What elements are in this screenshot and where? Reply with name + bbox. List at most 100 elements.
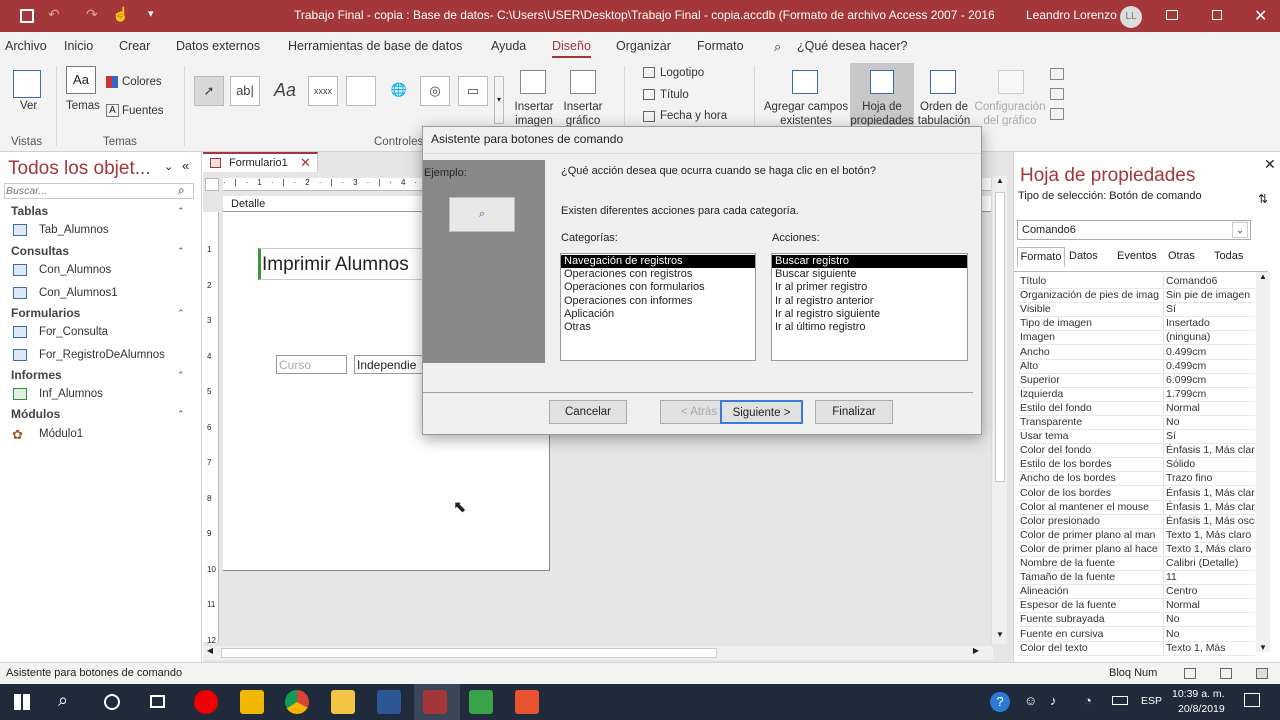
property-row[interactable]: Alto 0.499cm [1018,359,1255,374]
view-icon[interactable] [13,70,41,98]
property-row[interactable]: Color del texto Texto 1, Más [1018,641,1255,656]
view-code-icon[interactable] [1050,88,1064,100]
fuentes-button[interactable]: Fuentes [122,105,164,117]
logotipo-button[interactable]: Logotipo [660,67,704,79]
scroll-right-icon[interactable]: ▶ [969,646,983,660]
property-value[interactable]: Comando6 [1163,275,1255,287]
nav-item-for-consulta[interactable]: For_Consulta [39,326,108,338]
independiente-field[interactable]: Independie [354,355,426,374]
property-value[interactable]: 11 [1163,571,1255,584]
form-view-icon[interactable] [1184,668,1196,679]
nav-item-modulo1[interactable]: Módulo1 [39,428,83,440]
collapse-icon[interactable]: ⌃ [177,206,185,217]
property-value[interactable]: 6.099cm [1163,373,1255,386]
list-item[interactable]: Otras [561,321,755,334]
property-row[interactable]: Izquierda 1.799cm [1018,387,1255,402]
list-item[interactable]: Buscar registro [772,255,967,269]
property-value[interactable]: Trazo fino [1163,472,1255,485]
convert-macros-icon[interactable] [1050,108,1064,120]
insert-chart-icon[interactable] [570,70,596,94]
close-icon[interactable]: ✕ [1254,6,1267,26]
list-item[interactable]: Buscar siguiente [772,268,967,281]
property-row[interactable]: Transparente No [1018,416,1255,430]
nav-section-informes[interactable]: Informes [11,368,62,382]
property-row[interactable]: Ancho 0.499cm [1018,345,1255,360]
nav-item-con-alumnos1[interactable]: Con_Alumnos1 [39,287,118,299]
menu-organizar[interactable]: Organizar [616,39,671,53]
property-value[interactable]: Normal [1163,401,1255,414]
ver-button[interactable]: Ver [20,100,37,112]
nav-section-tablas[interactable]: Tablas [11,204,48,218]
nav-section-consultas[interactable]: Consultas [11,244,69,258]
help-icon[interactable]: ? [990,692,1010,712]
property-value[interactable]: Normal [1163,599,1255,612]
windows-start-icon[interactable] [14,694,30,710]
subform-icon[interactable] [1050,68,1064,80]
property-value[interactable]: 0.499cm [1163,345,1255,358]
property-row[interactable]: Tipo de imagen Insertado [1018,317,1255,332]
network-icon[interactable]: ◔ [1084,693,1092,708]
tab-order-icon[interactable] [930,70,956,94]
menu-herramientas[interactable]: Herramientas de base de datos [288,39,462,53]
tell-me-input[interactable]: ¿Qué desea hacer? [797,39,908,53]
titulo-button[interactable]: Título [660,89,689,101]
chevron-down-icon[interactable]: ⌄ [1232,222,1248,238]
property-sheet-icon[interactable] [870,70,894,94]
redo-icon[interactable]: ↷ [86,6,98,23]
restore-icon[interactable] [1212,10,1222,20]
property-row[interactable]: Espesor de la fuente Normal [1018,599,1255,614]
property-row[interactable]: Tamaño de la fuente 11 [1018,571,1255,586]
save-icon[interactable] [20,9,34,23]
chrome-icon[interactable] [285,690,309,714]
nav-title[interactable]: Todos los objet... [8,158,151,180]
camtasia-recorder-icon[interactable] [515,690,539,714]
collapse-icon[interactable]: ⌃ [177,409,185,420]
label-control-icon[interactable]: Aa [270,76,300,106]
orden-tabulacion-button[interactable]: Orden de tabulación [916,100,972,126]
finish-button[interactable]: Finalizar [815,400,893,424]
search-icon[interactable]: ⌕ [178,183,185,198]
property-value[interactable]: Énfasis 1, Más claro [1163,500,1255,513]
scroll-left-icon[interactable]: ◀ [203,646,217,660]
people-icon[interactable]: ☺ [1024,693,1037,708]
property-row[interactable]: Fuente subrayada No [1018,613,1255,628]
scroll-down-icon[interactable]: ▼ [1259,643,1267,652]
design-view-icon[interactable] [1256,668,1268,679]
menu-crear[interactable]: Crear [119,39,150,53]
insert-image-icon[interactable] [520,70,546,94]
property-value[interactable]: Texto 1, Más [1163,641,1255,654]
scroll-thumb[interactable] [995,192,1005,482]
vertical-scrollbar[interactable]: ▲ ▼ [991,176,1007,644]
clock-date[interactable]: 20/8/2019 [1178,703,1225,715]
fecha-hora-button[interactable]: Fecha y hora [660,110,727,122]
list-item[interactable]: Operaciones con informes [561,295,755,308]
property-row[interactable]: Alineación Centro [1018,585,1255,600]
battery-icon[interactable] [1112,696,1128,705]
nav-dropdown-icon[interactable]: ⌄ [164,160,173,173]
touch-mode-icon[interactable]: ☝ [112,6,129,23]
tab-datos[interactable]: Datos [1069,250,1098,262]
menu-diseno[interactable]: Diseño [552,39,591,58]
hyperlink-control-icon[interactable]: 🌐 [384,76,414,106]
property-scrollbar[interactable]: ▲ ▼ [1256,272,1270,652]
user-name[interactable]: Leandro Lorenzo [1026,8,1117,22]
avatar[interactable]: LL [1120,6,1142,28]
cortana-icon[interactable] [104,694,120,710]
property-row[interactable]: Usar tema Sí [1018,430,1255,445]
property-row[interactable]: Estilo del fondo Normal [1018,401,1255,416]
property-value[interactable]: Insertado [1163,317,1255,330]
agregar-campos-button[interactable]: Agregar campos existentes [760,100,852,126]
property-row[interactable]: Color al mantener el mouse Énfasis 1, Más… [1018,500,1255,515]
next-button[interactable]: Siguiente > [720,400,803,424]
list-item[interactable]: Ir al registro anterior [772,295,967,308]
datasheet-view-icon[interactable] [1220,668,1232,679]
collapse-icon[interactable]: ⌃ [177,308,185,319]
collapse-icon[interactable]: ⌃ [177,370,185,381]
categories-listbox[interactable]: Navegación de registros Operaciones con … [560,253,756,361]
hscroll-thumb[interactable] [221,648,717,658]
property-row[interactable]: Nombre de la fuente Calibri (Detalle) [1018,557,1255,571]
nav-item-tab-alumnos[interactable]: Tab_Alumnos [39,224,109,236]
nav-section-modulos[interactable]: Módulos [11,407,60,421]
property-value[interactable]: No [1163,627,1255,640]
property-value[interactable]: 1.799cm [1163,387,1255,400]
